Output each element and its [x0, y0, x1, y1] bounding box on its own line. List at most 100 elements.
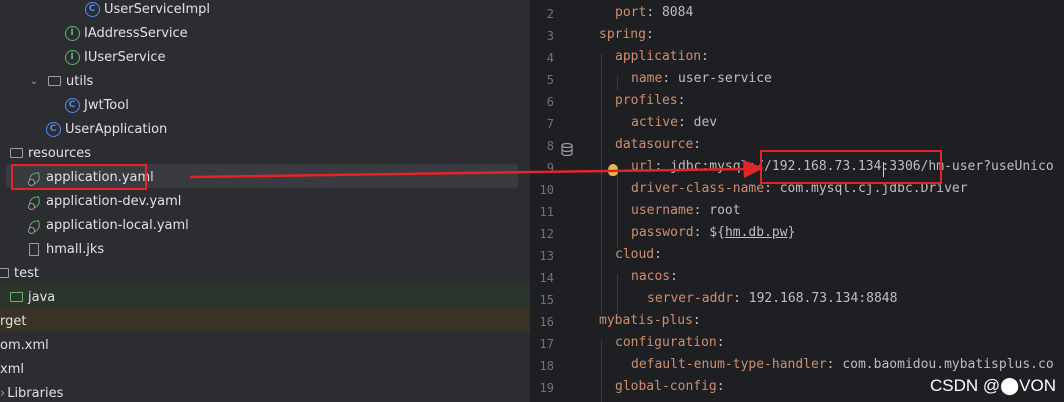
class-icon: C — [84, 1, 100, 17]
tree-item-pom-xml[interactable]: om.xml — [0, 333, 530, 357]
line-number: 6 — [546, 95, 554, 109]
line-number: 13 — [539, 249, 554, 263]
yaml-value: ${ — [709, 225, 725, 240]
line-number: 2 — [546, 7, 554, 21]
tree-item-label: resources — [28, 145, 92, 161]
code-line[interactable]: datasource: — [615, 137, 701, 152]
code-line[interactable]: application: — [615, 49, 709, 64]
yaml-key: configuration — [615, 335, 717, 350]
code-line[interactable]: name: user-service — [631, 71, 772, 86]
code-line[interactable]: global-config: — [615, 379, 725, 394]
code-line[interactable]: port: 8084 — [615, 5, 693, 20]
line-number: 12 — [539, 227, 554, 241]
tree-item-iaddressservice[interactable]: I IAddressService — [0, 21, 530, 45]
yaml-placeholder-link[interactable]: hm.db.pw — [725, 225, 788, 240]
yaml-separator: : — [693, 137, 702, 152]
yaml-key: mybatis-plus — [599, 313, 693, 328]
yaml-key: cloud — [615, 247, 655, 262]
code-line[interactable]: spring: — [599, 27, 654, 42]
tree-item-hmall-jks[interactable]: hmall.jks — [0, 237, 530, 261]
yaml-key: application — [615, 49, 702, 64]
indent-guide — [617, 274, 618, 314]
code-line[interactable]: server-addr: 192.168.73.134:8848 — [647, 291, 897, 306]
yaml-key: driver-class-name — [631, 181, 765, 196]
yaml-separator: : — [646, 5, 662, 20]
code-line[interactable]: cloud: — [615, 247, 662, 262]
yaml-key: server-addr — [647, 291, 734, 306]
annotation-box-file — [11, 164, 147, 190]
yaml-value: } — [787, 225, 796, 240]
line-number: 7 — [546, 117, 554, 131]
tree-item-libraries[interactable]: › Libraries — [0, 381, 530, 402]
yaml-value: 192.168.73.134:8848 — [748, 291, 898, 306]
tree-item-label: IAddressService — [84, 25, 188, 41]
tree-item-xml[interactable]: xml — [0, 357, 530, 381]
yaml-key: datasource — [615, 137, 694, 152]
yaml-separator: : — [662, 71, 678, 86]
project-tree: C UserServiceImpl I IAddressService I IU… — [0, 0, 530, 402]
line-number: 16 — [539, 315, 554, 329]
chevron-down-icon[interactable]: ⌄ — [28, 76, 40, 87]
chevron-right-icon[interactable]: › — [0, 386, 5, 401]
tree-item-resources[interactable]: resources — [0, 141, 530, 165]
tree-item-label: Libraries — [7, 385, 64, 401]
tree-item-label: UserApplication — [65, 121, 168, 137]
yaml-key: nacos — [631, 269, 671, 284]
tree-item-application-dev-yaml[interactable]: application-dev.yaml — [0, 189, 530, 213]
yaml-separator: : — [692, 313, 701, 328]
folder-icon — [46, 73, 62, 89]
tree-item-java[interactable]: java — [0, 285, 530, 309]
line-number: 18 — [539, 359, 554, 373]
tree-item-label: hmall.jks — [46, 241, 105, 257]
yaml-separator: : — [701, 49, 709, 64]
yaml-key: profiles — [615, 93, 678, 108]
code-line[interactable]: nacos: — [631, 269, 678, 284]
file-icon — [26, 241, 42, 257]
tree-item-target[interactable]: rget — [0, 309, 530, 333]
tree-item-label: test — [14, 265, 39, 281]
text-caret — [883, 162, 884, 177]
tree-item-label: JwtTool — [84, 97, 129, 113]
yaml-key: password — [631, 225, 694, 240]
tree-item-userserviceimpl[interactable]: C UserServiceImpl — [0, 0, 530, 21]
yaml-separator: : — [654, 247, 662, 262]
code-line[interactable]: configuration: — [615, 335, 725, 350]
code-line[interactable]: mybatis-plus: — [599, 313, 701, 328]
tree-item-userapplication[interactable]: C UserApplication — [0, 117, 530, 141]
tree-item-label: xml — [0, 361, 24, 377]
watermark: CSDN @⬤VON — [929, 376, 1056, 395]
database-icon[interactable] — [561, 143, 573, 156]
indent-guide — [617, 76, 618, 90]
tree-item-utils[interactable]: ⌄ utils — [0, 69, 530, 93]
yaml-key: default-enum-type-handler — [631, 357, 827, 372]
indent-guide — [601, 340, 602, 402]
code-line[interactable]: active: dev — [631, 115, 717, 130]
indent-guide — [601, 54, 602, 314]
interface-icon: I — [64, 49, 80, 65]
code-line[interactable]: password: ${hm.db.pw} — [631, 225, 795, 240]
code-editor[interactable]: 2 3 4 5 6 7 8 9 10 11 12 13 14 15 16 17 18 19 port: 8084 s… — [530, 0, 1064, 402]
yaml-separator: : — [826, 357, 843, 372]
yaml-separator: : — [716, 335, 725, 350]
yaml-key: port — [615, 5, 647, 20]
tree-item-jwttool[interactable]: C JwtTool — [0, 93, 530, 117]
tree-item-application-local-yaml[interactable]: application-local.yaml — [0, 213, 530, 237]
yaml-value: root — [709, 203, 741, 218]
tree-item-test[interactable]: test — [0, 261, 524, 285]
line-number: 10 — [539, 183, 554, 197]
lightbulb-icon[interactable] — [608, 164, 618, 176]
yaml-key: url — [631, 159, 655, 174]
line-number: 8 — [546, 139, 554, 153]
class-icon: C — [64, 97, 80, 113]
code-line[interactable]: profiles: — [615, 93, 685, 108]
line-number: 9 — [546, 161, 554, 175]
code-line[interactable]: default-enum-type-handler: com.baomidou.… — [631, 357, 1054, 372]
line-number: 14 — [539, 271, 554, 285]
yaml-value: com.baomidou.mybatisplus.co — [842, 357, 1054, 372]
yaml-separator: : — [693, 203, 710, 218]
annotation-box-url — [760, 150, 942, 184]
yaml-value: user-service — [677, 71, 772, 86]
code-line[interactable]: username: root — [631, 203, 741, 218]
tree-item-iuserservice[interactable]: I IUserService — [0, 45, 530, 69]
folder-icon — [8, 145, 24, 161]
